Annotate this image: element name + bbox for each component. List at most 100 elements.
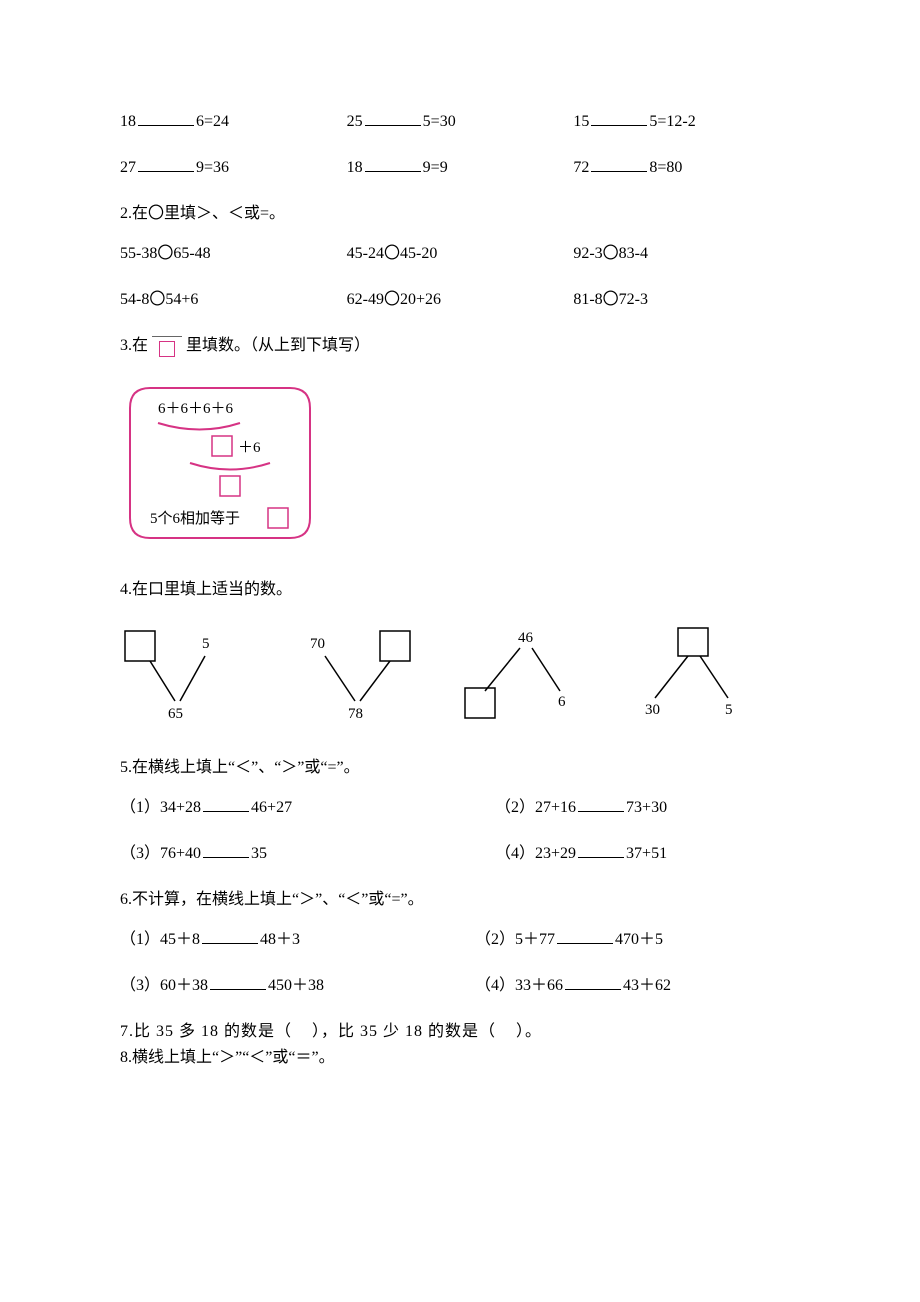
item-num: （4） [475,977,515,994]
q7-text: 7.比 35 多 18 的数是（ ），比 35 少 18 的数是（ ）。 [120,1020,800,1044]
rhs: 73+30 [626,799,667,816]
blank-underline[interactable] [138,111,194,126]
q3-figure: 6＋6＋6＋6 ＋6 5个6相加等于 [120,378,800,548]
blank-underline[interactable] [578,843,624,858]
num-label: 65 [168,706,183,722]
rhs: 9=9 [423,159,448,176]
q1-cell: 27 9=36 [120,156,347,180]
q1-cell: 15 5=12-2 [573,110,800,134]
lhs: 23+29 [535,845,576,862]
blank-underline[interactable] [578,797,624,812]
rhs: 48＋3 [260,931,300,948]
item-num: （1） [120,799,160,816]
q4-title: 4.在口里填上适当的数。 [120,578,800,602]
q1-row-2: 27 9=36 189=9 72 8=80 [120,156,800,180]
q1-cell: 72 8=80 [573,156,800,180]
rhs: 8=80 [649,159,682,176]
q5-row-2: （3）76+4035 （4）23+2937+51 [120,842,800,866]
lhs: 60＋38 [160,977,208,994]
blank-underline[interactable] [365,111,421,126]
box-icon[interactable] [159,341,175,357]
lhs: 76+40 [160,845,201,862]
lhs: 45＋8 [160,931,200,948]
q4-figures: 5 65 70 78 46 6 30 5 [120,626,800,726]
rhs: 9=36 [196,159,229,176]
lhs: 25 [347,113,363,130]
q2-cell: 81-8〇72-3 [573,288,800,312]
q2-title: 2.在〇里填＞、＜或=。 [120,202,800,226]
q2-row-1: 55-38〇65-48 45-24〇45-20 92-3〇83-4 [120,242,800,266]
num-label: 46 [518,630,534,646]
blank-underline[interactable] [210,975,266,990]
item-num: （3） [120,977,160,994]
blank-underline[interactable] [591,157,647,172]
item-num: （3） [120,845,160,862]
item-num: （4） [495,845,535,862]
rhs: 470＋5 [615,931,663,948]
q3-title-pre: 3.在 [120,337,148,354]
lhs: 34+28 [160,799,201,816]
blank-underline[interactable] [565,975,621,990]
q5-item: （1）34+28 46+27 [120,796,425,820]
blank-underline[interactable] [203,797,249,812]
q1-row-1: 18 6=24 25 5=30 15 5=12-2 [120,110,800,134]
rhs: 46+27 [251,799,292,816]
answer-box[interactable] [212,436,232,456]
q3-line1-text: 6＋6＋6＋6 [158,401,234,417]
answer-box[interactable] [380,631,410,661]
q5-item: （2）27+1673+30 [425,796,800,820]
num-label: 5 [725,702,733,718]
blank-underline[interactable] [557,929,613,944]
q4-item: 70 78 [290,626,460,726]
q5-item: （4）23+29 37+51 [425,842,800,866]
lhs: 72 [573,159,589,176]
q6-row-2: （3）60＋38 450＋38 （4）33＋66 43＋62 [120,974,800,998]
rhs: 5=12-2 [649,113,695,130]
q6-item: （4）33＋66 43＋62 [445,974,800,998]
q1-cell: 25 5=30 [347,110,574,134]
q6-item: （2）5＋77 470＋5 [445,928,800,952]
item-num: （1） [120,931,160,948]
lhs: 15 [573,113,589,130]
answer-box[interactable] [678,628,708,656]
blank-underline[interactable] [203,843,249,858]
q5-title: 5.在横线上填上“＜”、“＞”或“=”。 [120,756,800,780]
lhs: 27+16 [535,799,576,816]
q1-cell: 189=9 [347,156,574,180]
num-label: 78 [348,706,363,722]
q3-plus6-text: ＋6 [238,440,261,456]
blank-underline[interactable] [591,111,647,126]
q2-cell: 54-8〇54+6 [120,288,347,312]
lhs: 18 [120,113,136,130]
lhs: 5＋77 [515,931,555,948]
q2-cell: 55-38〇65-48 [120,242,347,266]
blank-underline[interactable] [138,157,194,172]
q7-b: ），比 35 少 18 的数是（ [312,1023,496,1040]
q8-title: 8.横线上填上“＞”“＜”或“＝”。 [120,1046,800,1070]
rhs: 37+51 [626,845,667,862]
blank-underline[interactable] [365,157,421,172]
rhs: 5=30 [423,113,456,130]
answer-box[interactable] [268,508,288,528]
q1-cell: 18 6=24 [120,110,347,134]
lhs: 27 [120,159,136,176]
blank-underline[interactable] [202,929,258,944]
lhs: 33＋66 [515,977,563,994]
q2-row-2: 54-8〇54+6 62-49〇20+26 81-8〇72-3 [120,288,800,312]
answer-box[interactable] [125,631,155,661]
q3-title: 3.在 里填数。（从上到下填写） [120,334,800,358]
q6-row-1: （1）45＋8 48＋3 （2）5＋77 470＋5 [120,928,800,952]
q2-cell: 45-24〇45-20 [347,242,574,266]
num-label: 30 [645,702,660,718]
rhs: 43＋62 [623,977,671,994]
item-num: （2） [475,931,515,948]
q3-line3-text: 5个6相加等于 [150,509,240,527]
q7-c: ）。 [516,1023,542,1040]
num-label: 6 [558,694,566,710]
q5-row-1: （1）34+2846+27 （2）27+1673+30 [120,796,800,820]
rhs: 450＋38 [268,977,324,994]
answer-box[interactable] [465,688,495,718]
rhs: 6=24 [196,113,229,130]
answer-box[interactable] [220,476,240,496]
q7-a: 7.比 35 多 18 的数是（ [120,1023,292,1040]
